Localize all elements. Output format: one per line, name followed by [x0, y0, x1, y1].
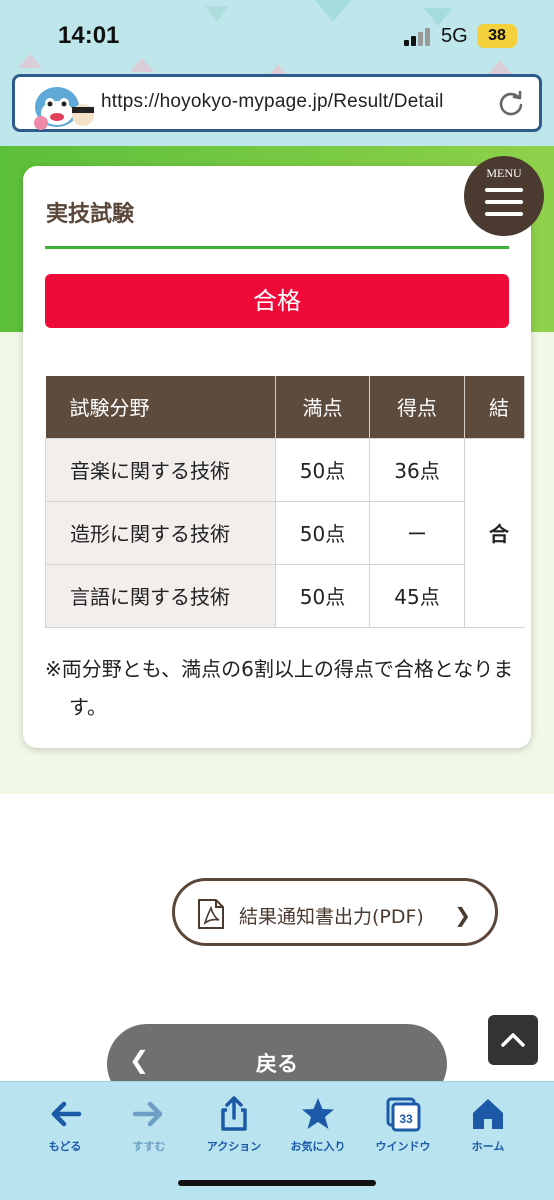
- pass-criteria-note: ※両分野とも、満点の6割以上の得点で合格となります。: [45, 657, 514, 719]
- result-cell: 合: [464, 437, 525, 628]
- star-icon: [302, 1098, 334, 1129]
- status-time: 14:01: [58, 22, 120, 49]
- menu-label: MENU: [486, 166, 522, 180]
- field-name: 言語に関する技術: [45, 563, 276, 628]
- url-text: https://hoyokyo-mypage.jp/Result/Detail: [101, 91, 444, 112]
- menu-button[interactable]: MENU: [464, 156, 544, 236]
- header-result: 結: [464, 376, 525, 438]
- nav-action-label: アクション: [206, 1140, 262, 1153]
- scroll-to-top-button[interactable]: [488, 1015, 538, 1065]
- pass-status-banner: 合格: [45, 274, 509, 328]
- table-row: 造形に関する技術 50点 ー: [45, 500, 525, 565]
- nav-back[interactable]: もどる: [25, 1096, 105, 1154]
- nav-home[interactable]: ホーム: [448, 1096, 528, 1154]
- field-name: 造形に関する技術: [45, 500, 276, 565]
- full-score: 50点: [275, 437, 370, 502]
- score: 36点: [369, 437, 465, 502]
- table-row: 言語に関する技術 50点 45点: [45, 563, 525, 628]
- share-icon: [221, 1096, 247, 1131]
- reload-icon[interactable]: [497, 89, 525, 117]
- score: ー: [369, 500, 465, 565]
- pdf-file-icon: [198, 899, 224, 929]
- header-full-score: 満点: [275, 376, 370, 438]
- home-icon: [473, 1099, 503, 1129]
- nav-forward[interactable]: すすむ: [109, 1096, 189, 1154]
- browser-top-area: 14:01 5G 38 https://hoyokyo-mypage.jp/Re…: [0, 0, 554, 146]
- arrow-left-icon: [51, 1101, 82, 1127]
- back-button-label: 戻る: [256, 1052, 298, 1076]
- result-card: 実技試験 合格 試験分野 満点 得点 結 音楽に関する技術 50点 36点 合 …: [23, 166, 531, 748]
- title-divider: [45, 246, 509, 249]
- nav-favorites[interactable]: お気に入り: [278, 1096, 358, 1154]
- windows-icon: 33: [386, 1097, 421, 1132]
- signal-icon: [404, 28, 434, 46]
- arrow-right-icon: [132, 1101, 163, 1127]
- mascot-logo-icon: [34, 87, 94, 130]
- nav-action[interactable]: アクション: [194, 1096, 274, 1154]
- chevron-up-icon: [501, 1033, 525, 1047]
- nav-favorites-label: お気に入り: [290, 1140, 346, 1153]
- nav-windows[interactable]: 33 ウインドウ: [363, 1096, 443, 1154]
- nav-windows-label: ウインドウ: [375, 1140, 431, 1153]
- nav-forward-label: すすむ: [132, 1140, 166, 1153]
- header-score: 得点: [369, 376, 465, 438]
- score: 45点: [369, 563, 465, 628]
- full-score: 50点: [275, 500, 370, 565]
- nav-back-label: もどる: [48, 1140, 82, 1153]
- field-name: 音楽に関する技術: [45, 437, 276, 502]
- pdf-download-button[interactable]: 結果通知書出力(PDF) ❯: [172, 878, 498, 946]
- table-row: 音楽に関する技術 50点 36点 合: [45, 437, 525, 628]
- address-bar[interactable]: https://hoyokyo-mypage.jp/Result/Detail: [12, 74, 542, 132]
- pdf-button-label: 結果通知書出力(PDF): [239, 906, 424, 928]
- home-indicator: [178, 1180, 376, 1186]
- full-score: 50点: [275, 563, 370, 628]
- window-count: 33: [399, 1112, 413, 1126]
- battery-icon: 38: [477, 24, 517, 48]
- nav-home-label: ホーム: [471, 1140, 505, 1153]
- chevron-right-icon: ❯: [454, 903, 471, 927]
- header-field: 試験分野: [45, 376, 276, 438]
- network-type: 5G: [441, 25, 468, 47]
- result-table: 試験分野 満点 得点 結 音楽に関する技術 50点 36点 合 造形に関する技術…: [45, 376, 525, 628]
- section-title: 実技試験: [46, 202, 135, 227]
